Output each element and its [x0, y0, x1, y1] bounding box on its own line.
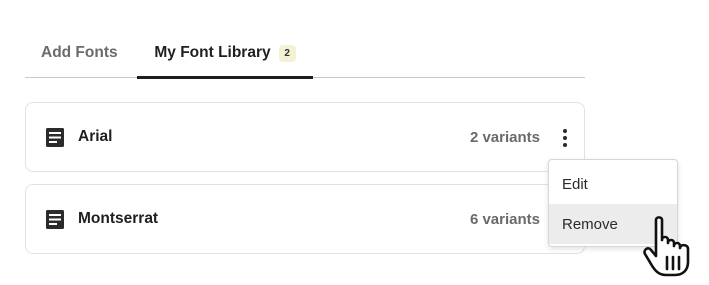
- count-badge: 2: [278, 45, 296, 62]
- tab-label: My Font Library: [154, 43, 271, 61]
- document-icon: [46, 128, 64, 147]
- tab-label: Add Fonts: [41, 43, 118, 61]
- font-name: Arial: [78, 128, 113, 145]
- variant-count: 6 variants: [469, 210, 540, 228]
- font-row-arial[interactable]: Arial 2 variants: [25, 102, 585, 172]
- font-name: Montserrat: [78, 210, 159, 227]
- menu-item-edit[interactable]: Edit: [549, 164, 677, 204]
- tab-add-fonts[interactable]: Add Fonts: [41, 28, 118, 77]
- variant-count: 2 variants: [469, 128, 540, 146]
- font-library-panel: Add Fonts My Font Library 2 Arial 2 vari…: [0, 0, 709, 285]
- tab-my-font-library[interactable]: My Font Library 2: [137, 28, 313, 79]
- hand-pointer-icon: [643, 216, 690, 277]
- document-icon: [46, 210, 64, 229]
- font-row-montserrat[interactable]: Montserrat 6 variants: [25, 184, 585, 254]
- more-options-icon[interactable]: [559, 129, 571, 147]
- tab-bar: Add Fonts My Font Library 2: [25, 28, 585, 79]
